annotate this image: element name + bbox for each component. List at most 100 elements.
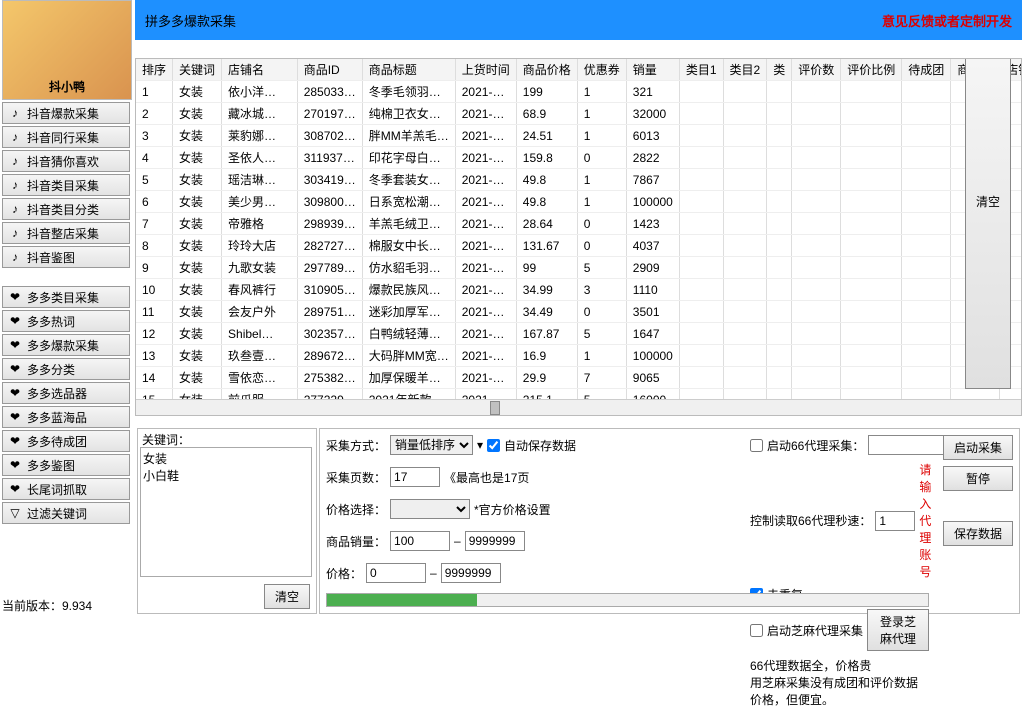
col-header[interactable]: 店铺名 (222, 59, 298, 81)
proxy66-checkbox[interactable] (750, 439, 763, 452)
cell (902, 367, 951, 389)
cell (767, 125, 792, 147)
cell: 女装 (173, 323, 222, 345)
cell (841, 147, 902, 169)
col-header[interactable]: 商品标题 (362, 59, 455, 81)
sidebar-item[interactable]: ❤长尾词抓取 (2, 478, 130, 500)
table-row[interactable]: 7女装帝雅格298939…羊羔毛绒卫…2021-…28.6401423 (136, 213, 1021, 235)
cell: 1110 (626, 279, 679, 301)
cell (723, 81, 767, 103)
col-header[interactable]: 关键词 (173, 59, 222, 81)
cell (767, 257, 792, 279)
start-button[interactable]: 启动采集 (943, 435, 1013, 460)
sidebar-item[interactable]: ♪抖音爆款采集 (2, 102, 130, 124)
cell: 0 (577, 235, 626, 257)
proxy-speed-input[interactable] (875, 511, 915, 531)
autosave-checkbox[interactable] (487, 439, 500, 452)
sidebar-item[interactable]: ❤多多蓝海品 (2, 406, 130, 428)
cell (723, 279, 767, 301)
keyword-clear-button[interactable]: 清空 (264, 584, 310, 609)
horizontal-scrollbar[interactable] (136, 399, 1021, 415)
cell (902, 191, 951, 213)
cell (723, 323, 767, 345)
sidebar-item[interactable]: ❤多多爆款采集 (2, 334, 130, 356)
table-row[interactable]: 11女装会友户外289751…迷彩加厚军…2021-…34.4903501 (136, 301, 1021, 323)
table-row[interactable]: 8女装玲玲大店282727…棉服女中长…2021-…131.6704037 (136, 235, 1021, 257)
col-header[interactable]: 评价比例 (841, 59, 902, 81)
table-row[interactable]: 10女装春风裤行310905…爆款民族风…2021-…34.9931110 (136, 279, 1021, 301)
sidebar-label: 抖音猜你喜欢 (27, 153, 99, 170)
col-header[interactable]: 类目2 (723, 59, 767, 81)
col-header[interactable]: 销量 (626, 59, 679, 81)
table-row[interactable]: 4女装圣依人…311937…印花字母白…2021-…159.802822 (136, 147, 1021, 169)
table-row[interactable]: 1女装依小洋…285033…冬季毛领羽…2021-…1991321 (136, 81, 1021, 103)
cell (767, 345, 792, 367)
keyword-textarea[interactable] (140, 447, 312, 577)
sidebar-label: 多多待成团 (27, 433, 87, 450)
table-row[interactable]: 14女装雪依恋…275382…加厚保暖羊…2021-…29.979065 (136, 367, 1021, 389)
cell: 1647 (626, 323, 679, 345)
cell (679, 301, 723, 323)
col-header[interactable]: 商品价格 (516, 59, 577, 81)
sidebar-item[interactable]: ❤多多待成团 (2, 430, 130, 452)
cell (902, 345, 951, 367)
sidebar-item[interactable]: ♪抖音类目分类 (2, 198, 130, 220)
sales-label: 商品销量： (326, 533, 386, 550)
col-header[interactable]: 排序 (136, 59, 173, 81)
cell: 5 (577, 257, 626, 279)
table-row[interactable]: 3女装莱豹娜…308702…胖MM羊羔毛…2021-…24.5116013 (136, 125, 1021, 147)
sales-max-input[interactable] (465, 531, 525, 551)
sidebar-item[interactable]: ♪抖音鉴图 (2, 246, 130, 268)
cell: 9065 (626, 367, 679, 389)
sidebar-item[interactable]: ❤多多鉴图 (2, 454, 130, 476)
cell: 女装 (173, 147, 222, 169)
sidebar-item[interactable]: ♪抖音猜你喜欢 (2, 150, 130, 172)
table-row[interactable]: 5女装瑶洁琳…303419…冬季套装女…2021-…49.817867 (136, 169, 1021, 191)
sidebar-item[interactable]: ♪抖音整店采集 (2, 222, 130, 244)
sidebar-item[interactable]: ♪抖音同行采集 (2, 126, 130, 148)
col-header[interactable]: 优惠券 (577, 59, 626, 81)
table-scroll[interactable]: 排序关键词店铺名商品ID商品标题上货时间商品价格优惠券销量类目1类目2类评价数评… (136, 59, 1021, 415)
cell: 6 (136, 191, 173, 213)
col-header[interactable]: 商品ID (297, 59, 362, 81)
zhima-checkbox[interactable] (750, 624, 763, 637)
header-warning[interactable]: 意见反馈或者定制开发 (882, 11, 1012, 30)
zhima-login-button[interactable]: 登录芝麻代理 (867, 609, 929, 651)
cell: 女装 (173, 235, 222, 257)
sidebar-item[interactable]: ▽过滤关键词 (2, 502, 130, 524)
sales-min-input[interactable] (390, 531, 450, 551)
sidebar-item[interactable]: ❤多多选品器 (2, 382, 130, 404)
sidebar-item[interactable]: ♪抖音类目采集 (2, 174, 130, 196)
col-header[interactable]: 待成团 (902, 59, 951, 81)
sidebar-item[interactable]: ❤多多类目采集 (2, 286, 130, 308)
cell (767, 103, 792, 125)
sidebar-icon: ❤ (7, 362, 23, 376)
pages-input[interactable] (390, 467, 440, 487)
table-row[interactable]: 13女装玖叁壹…289672…大码胖MM宽…2021-…16.91100000 (136, 345, 1021, 367)
table-row[interactable]: 2女装藏冰城…270197…纯棉卫衣女…2021-…68.9132000 (136, 103, 1021, 125)
price-min-input[interactable] (366, 563, 426, 583)
col-header[interactable]: 评价数 (792, 59, 841, 81)
cell: 羊羔毛绒卫… (362, 213, 455, 235)
cell: 49.8 (516, 169, 577, 191)
clear-table-button[interactable]: 清空 (965, 58, 1011, 389)
cell: 1423 (626, 213, 679, 235)
sidebar-item[interactable]: ❤多多热词 (2, 310, 130, 332)
settings-panel: 采集方式： 销量低排序 ▾ 自动保存数据 采集页数： 《最高也是17页 价格选择… (319, 428, 1020, 614)
method-select[interactable]: 销量低排序 (390, 435, 473, 455)
table-row[interactable]: 6女装美少男…309800…日系宽松潮…2021-…49.81100000 (136, 191, 1021, 213)
save-button[interactable]: 保存数据 (943, 521, 1013, 546)
table-row[interactable]: 12女装Shibel…302357…白鸭绒轻薄…2021-…167.875164… (136, 323, 1021, 345)
price-select[interactable] (390, 499, 470, 519)
col-header[interactable]: 上货时间 (455, 59, 516, 81)
cell: 1 (136, 81, 173, 103)
table-row[interactable]: 9女装九歌女装297789…仿水貂毛羽…2021-…9952909 (136, 257, 1021, 279)
col-header[interactable]: 类目1 (679, 59, 723, 81)
scroll-thumb[interactable] (490, 401, 500, 415)
sidebar-item[interactable]: ❤多多分类 (2, 358, 130, 380)
price-max-input[interactable] (441, 563, 501, 583)
pause-button[interactable]: 暂停 (943, 466, 1013, 491)
cell: 2021-… (455, 147, 516, 169)
cell: 日系宽松潮… (362, 191, 455, 213)
col-header[interactable]: 类 (767, 59, 792, 81)
